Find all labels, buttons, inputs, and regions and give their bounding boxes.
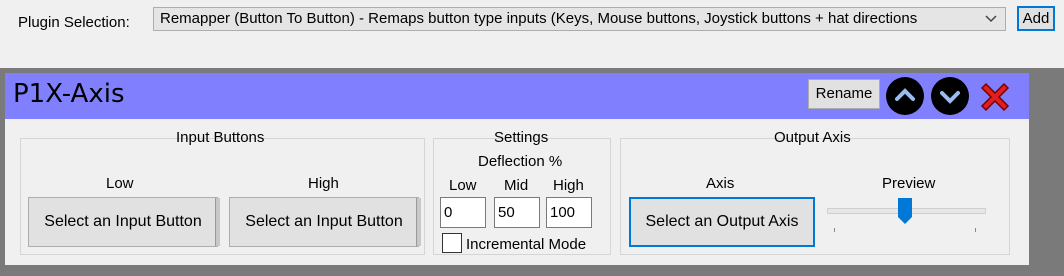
select-output-axis-button[interactable]: Select an Output Axis xyxy=(629,197,815,247)
preview-label: Preview xyxy=(882,175,936,192)
input-high-button[interactable]: Select an Input Button xyxy=(229,197,419,247)
input-high-label: High xyxy=(308,175,339,192)
plugin-select[interactable]: Remapper (Button To Button) - Remaps but… xyxy=(153,7,1006,31)
incremental-mode-label: Incremental Mode xyxy=(466,236,587,253)
move-down-button[interactable] xyxy=(931,77,969,115)
input-buttons-title: Input Buttons xyxy=(176,129,265,146)
output-axis-label: Axis xyxy=(706,175,735,192)
add-button[interactable]: Add xyxy=(1017,6,1055,31)
input-low-button-edge xyxy=(215,198,220,246)
move-up-button[interactable] xyxy=(886,77,924,115)
deflection-high-input[interactable]: 100 xyxy=(546,197,592,228)
settings-title: Settings xyxy=(494,129,549,146)
plugin-selection-label: Plugin Selection: xyxy=(18,14,130,31)
input-low-button-label: Select an Input Button xyxy=(44,213,202,230)
preview-tick-max xyxy=(975,228,976,232)
deflection-high-label: High xyxy=(553,177,584,194)
plugin-toolbar: Plugin Selection: Remapper (Button To Bu… xyxy=(0,0,1064,68)
rename-button[interactable]: Rename xyxy=(808,79,880,109)
input-low-label: Low xyxy=(106,175,134,192)
preview-slider xyxy=(826,198,986,234)
preview-tick-min xyxy=(834,228,835,232)
deflection-mid-label: Mid xyxy=(504,177,529,194)
deflection-low-label: Low xyxy=(449,177,477,194)
delete-button[interactable] xyxy=(976,78,1014,116)
panel-title-bar: P1X-Axis Rename xyxy=(5,73,1029,119)
deflection-mid-input[interactable]: 50 xyxy=(494,197,540,228)
chevron-up-icon xyxy=(895,88,915,101)
select-output-axis-label: Select an Output Axis xyxy=(645,213,799,230)
input-low-button[interactable]: Select an Input Button xyxy=(28,197,218,247)
chevron-down-icon xyxy=(985,8,997,30)
deflection-label: Deflection % xyxy=(478,153,563,170)
input-high-button-label: Select an Input Button xyxy=(245,213,403,230)
panel-title: P1X-Axis xyxy=(13,79,125,109)
deflection-low-input[interactable]: 0 xyxy=(440,197,486,228)
preview-slider-thumb xyxy=(898,198,912,225)
output-axis-title: Output Axis xyxy=(774,129,851,146)
mapping-panel: P1X-Axis Rename Input Buttons Low High S… xyxy=(5,73,1029,265)
input-high-button-edge xyxy=(416,198,421,246)
incremental-mode-checkbox[interactable] xyxy=(442,233,462,253)
close-icon xyxy=(980,82,1010,112)
chevron-down-icon xyxy=(940,91,960,104)
plugin-select-value: Remapper (Button To Button) - Remaps but… xyxy=(160,10,918,27)
